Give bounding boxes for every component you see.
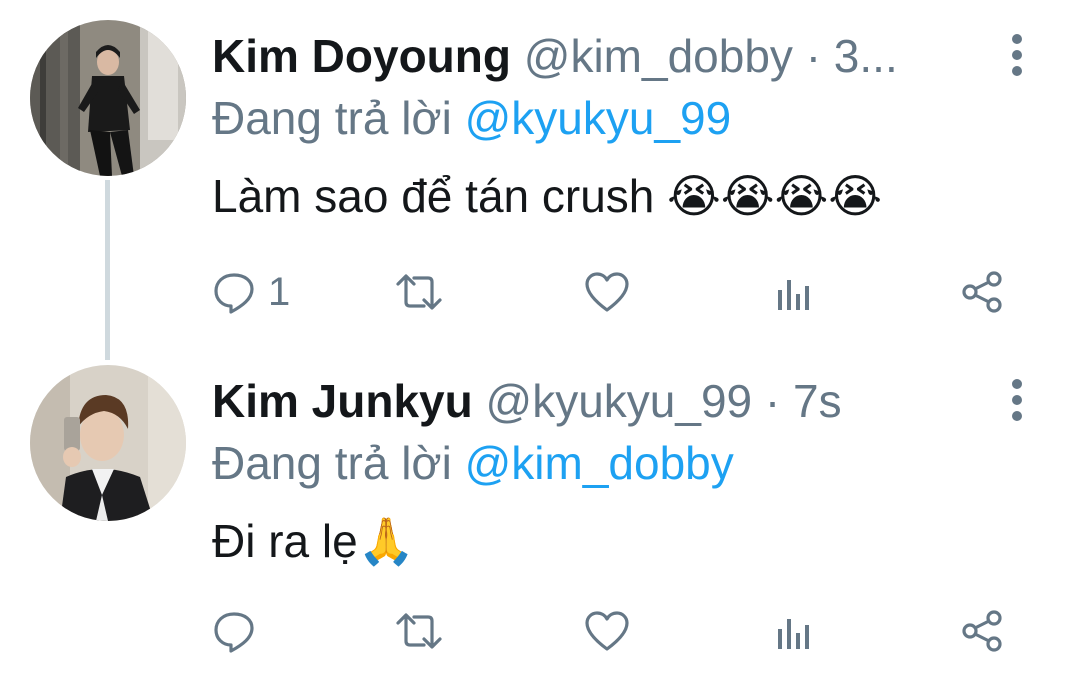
mention-link[interactable]: @kim_dobby — [465, 437, 734, 489]
replying-to-label: Đang trả lời — [212, 437, 452, 489]
avatar[interactable] — [30, 365, 186, 521]
tweet[interactable]: Kim Doyoung @kim_dobby · 3... Đang trả l… — [0, 0, 1080, 360]
thread-line — [105, 180, 110, 360]
reply-icon — [214, 273, 254, 314]
views-button[interactable] — [774, 601, 814, 661]
tweet-actions — [212, 601, 1032, 661]
share-icon — [962, 271, 1002, 313]
more-vertical-icon — [1012, 379, 1022, 421]
reply-icon — [214, 612, 254, 653]
handle-and-time[interactable]: @kim_dobby · 3... — [524, 30, 898, 82]
more-options-button[interactable] — [1000, 30, 1034, 80]
views-button[interactable] — [774, 262, 814, 322]
handle-and-time[interactable]: @kyukyu_99 · 7s — [486, 375, 842, 427]
views-icon — [778, 619, 809, 649]
reply-count: 1 — [268, 269, 291, 314]
reply-button[interactable] — [212, 601, 268, 661]
retweet-button[interactable] — [394, 601, 444, 661]
tweet-text: Đi ra lẹ🙏 — [212, 515, 415, 567]
tweet-header: Kim Junkyu @kyukyu_99 · 7s — [212, 373, 987, 429]
tweet-actions: 1 — [212, 262, 1032, 322]
share-icon — [962, 610, 1002, 652]
more-vertical-icon — [1012, 34, 1022, 76]
replying-to: Đang trả lời @kyukyu_99 — [212, 90, 731, 146]
like-button[interactable] — [584, 262, 630, 322]
more-options-button[interactable] — [1000, 375, 1034, 425]
like-icon — [585, 611, 629, 651]
mention-link[interactable]: @kyukyu_99 — [465, 92, 732, 144]
like-icon — [585, 272, 629, 312]
replying-to: Đang trả lời @kim_dobby — [212, 435, 734, 491]
avatar-photo — [30, 20, 186, 176]
avatar[interactable] — [30, 20, 186, 176]
replying-to-label: Đang trả lời — [212, 92, 452, 144]
tweet-header: Kim Doyoung @kim_dobby · 3... — [212, 28, 987, 84]
tweet[interactable]: Kim Junkyu @kyukyu_99 · 7s Đang trả lời … — [0, 345, 1080, 677]
retweet-icon — [396, 274, 442, 310]
share-button[interactable] — [960, 601, 1004, 661]
avatar-photo — [30, 365, 186, 521]
display-name[interactable]: Kim Doyoung — [212, 30, 511, 82]
tweet-text: Làm sao để tán crush 😭😭😭😭 — [212, 170, 883, 222]
reply-button[interactable]: 1 — [212, 262, 290, 322]
retweet-icon — [396, 613, 442, 649]
like-button[interactable] — [584, 601, 630, 661]
views-icon — [778, 280, 809, 310]
share-button[interactable] — [960, 262, 1004, 322]
display-name[interactable]: Kim Junkyu — [212, 375, 473, 427]
retweet-button[interactable] — [394, 262, 444, 322]
